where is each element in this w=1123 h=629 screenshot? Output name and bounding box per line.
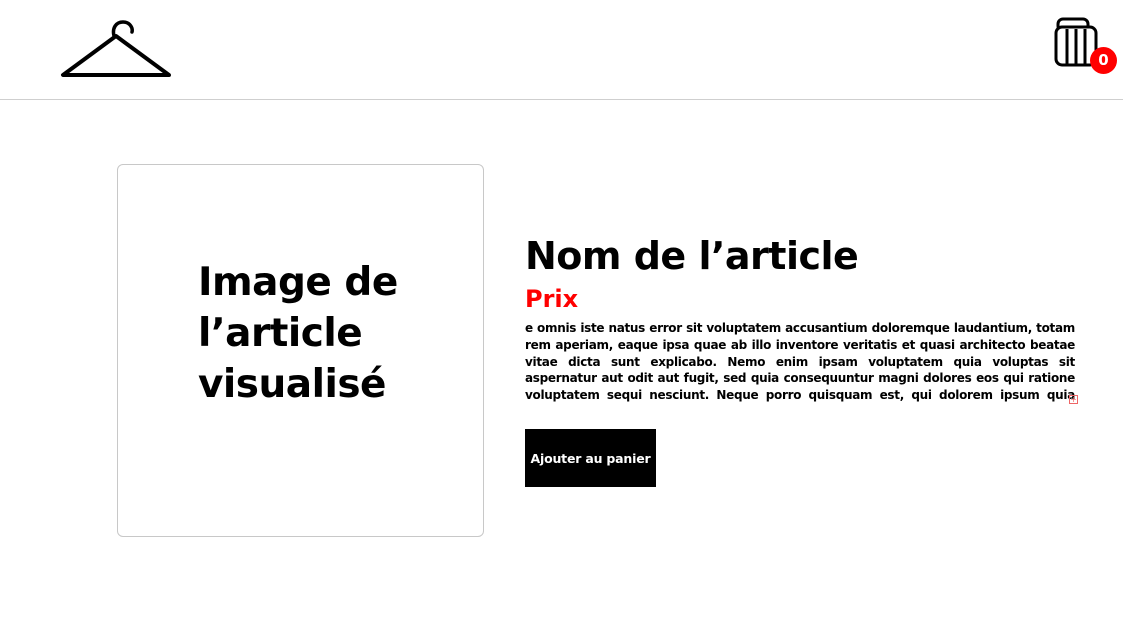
cart-count-badge: 0: [1090, 47, 1117, 74]
product-description: e omnis iste natus error sit voluptatem …: [525, 321, 1075, 403]
product-image-placeholder: Image de l’article visualisé: [198, 260, 398, 407]
expand-icon[interactable]: +: [1069, 395, 1078, 404]
site-header: 0: [0, 0, 1123, 100]
product-image: Image de l’article visualisé: [117, 164, 484, 537]
product-name: Nom de l’article: [525, 234, 859, 278]
product-details: Nom de l’article Prix e omnis iste natus…: [525, 232, 1080, 404]
add-to-cart-button[interactable]: Ajouter au panier: [525, 429, 656, 487]
hanger-icon[interactable]: [60, 18, 172, 80]
product-price: Prix: [525, 285, 579, 313]
cart-button[interactable]: 0: [1052, 16, 1118, 76]
